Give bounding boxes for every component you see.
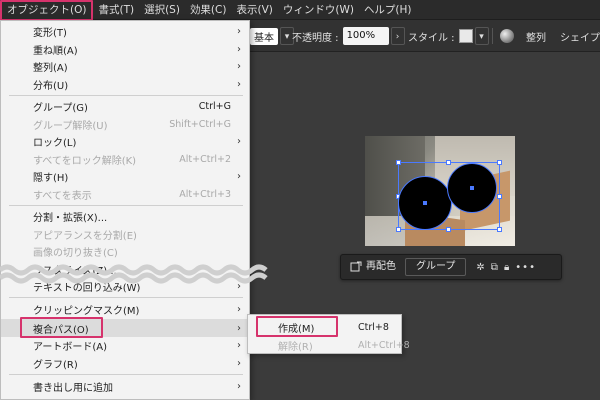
toolbar-divider (492, 28, 493, 44)
chevron-down-icon[interactable]: ▾ (474, 27, 489, 45)
menu-item-unlock-all[interactable]: すべてをロック解除(K) Alt+Ctrl+2 (1, 151, 249, 169)
menu-item-group[interactable]: グループ(G) Ctrl+G (1, 98, 249, 116)
menu-item-show-all[interactable]: すべてを表示 Alt+Ctrl+3 (1, 186, 249, 204)
menu-item-clipping-mask[interactable]: クリッピングマスク(M) › (1, 301, 249, 319)
chevron-down-icon[interactable]: › (390, 27, 405, 45)
menu-separator (9, 205, 243, 206)
chevron-right-icon: › (237, 381, 241, 393)
highlight-compound-path (20, 317, 103, 338)
style-swatch[interactable] (458, 29, 473, 43)
menu-separator (9, 95, 243, 96)
resize-handle[interactable] (446, 160, 451, 165)
menu-item-arrange[interactable]: 重ね順(A) › (1, 41, 249, 59)
chevron-right-icon: › (237, 304, 241, 316)
resize-handle[interactable] (396, 227, 401, 232)
recolor-button[interactable]: 再配色 (345, 258, 401, 276)
recolor-icon (350, 261, 362, 272)
chevron-right-icon: › (237, 340, 241, 352)
menu-item-add-to-export[interactable]: 書き出し用に追加 › (1, 378, 249, 396)
recolor-globe-button[interactable] (500, 20, 514, 52)
resize-handle[interactable] (396, 160, 401, 165)
chevron-right-icon: › (237, 136, 241, 148)
resize-handle[interactable] (497, 194, 502, 199)
menu-view[interactable]: 表示(V) (231, 0, 277, 20)
submenu-item-release[interactable]: 解除(R) Alt+Ctrl+8 (248, 336, 410, 354)
menu-separator (9, 374, 243, 375)
menu-effect[interactable]: 効果(C) (185, 0, 232, 20)
menu-bar: オブジェクト(O) 書式(T) 選択(S) 効果(C) 表示(V) ウィンドウ(… (0, 0, 600, 21)
globe-icon (500, 29, 514, 43)
shape-label: シェイプ (560, 32, 600, 44)
chevron-right-icon: › (237, 78, 241, 90)
resize-handle[interactable] (497, 227, 502, 232)
circle-shape-left[interactable] (398, 176, 452, 230)
chevron-right-icon: › (237, 171, 241, 183)
menu-item-hide[interactable]: 隠す(H) › (1, 168, 249, 186)
style-control: スタイル : ▾ (408, 20, 489, 52)
align-button[interactable]: 整列 (526, 20, 546, 52)
opacity-control: 不透明度 : 100% › (292, 20, 405, 52)
align-label: 整列 (526, 32, 546, 44)
chevron-right-icon: › (237, 26, 241, 38)
break-line-decoration (0, 264, 268, 284)
gear-icon[interactable]: ✲ (476, 262, 484, 273)
stroke-style-field[interactable]: 基本 ▾ (250, 20, 294, 52)
resize-handle[interactable] (497, 160, 502, 165)
menu-type[interactable]: 書式(T) (93, 0, 139, 20)
lock-icon[interactable]: 🔒︎ (504, 262, 509, 273)
contextual-task-bar: 再配色 グループ ✲ ⧉ 🔒︎ ••• (340, 254, 562, 280)
menu-select[interactable]: 選択(S) (139, 0, 185, 20)
arrange-icon[interactable]: ⧉ (491, 262, 498, 273)
shape-button[interactable]: シェイプ (560, 20, 600, 52)
menu-item-artboards[interactable]: アートボード(A) › (1, 337, 249, 355)
chevron-right-icon: › (237, 322, 241, 334)
circle-shape-right[interactable] (447, 163, 497, 213)
menu-item-align[interactable]: 整列(A) › (1, 58, 249, 76)
highlight-make (256, 316, 338, 337)
style-label: スタイル : (408, 32, 455, 44)
menu-item-transform[interactable]: 変形(T) › (1, 23, 249, 41)
object-menu: 変形(T) › 重ね順(A) › 整列(A) › 分布(U) › グループ(G) Ctrl… (0, 20, 250, 400)
resize-handle[interactable] (446, 227, 451, 232)
menu-item-expand-appearance[interactable]: アピアランスを分割(E) (1, 226, 249, 244)
menu-separator (9, 297, 243, 298)
menu-item-distribute[interactable]: 分布(U) › (1, 76, 249, 94)
menu-item-lock[interactable]: ロック(L) › (1, 133, 249, 151)
menu-item-ungroup[interactable]: グループ解除(U) Shift+Ctrl+G (1, 116, 249, 134)
recolor-label: 再配色 (366, 261, 396, 272)
toolbar-divider (404, 28, 405, 44)
chevron-right-icon: › (237, 61, 241, 73)
more-icon[interactable]: ••• (515, 262, 536, 273)
menu-window[interactable]: ウィンドウ(W) (278, 0, 359, 20)
opacity-input[interactable]: 100% (342, 27, 389, 45)
group-label: グループ (416, 261, 456, 272)
menu-object[interactable]: オブジェクト(O) (0, 0, 94, 21)
group-button[interactable]: グループ (405, 258, 467, 276)
menu-help[interactable]: ヘルプ(H) (359, 0, 417, 20)
opacity-label[interactable]: 不透明度 : (292, 29, 339, 44)
chevron-right-icon: › (237, 43, 241, 55)
menu-item-graph[interactable]: グラフ(R) › (1, 355, 249, 373)
chevron-right-icon: › (237, 357, 241, 369)
stroke-style-value: 基本 (250, 27, 278, 45)
menu-item-crop-image[interactable]: 画像の切り抜き(C) (1, 243, 249, 261)
menu-item-expand[interactable]: 分割・拡張(X)... (1, 208, 249, 226)
